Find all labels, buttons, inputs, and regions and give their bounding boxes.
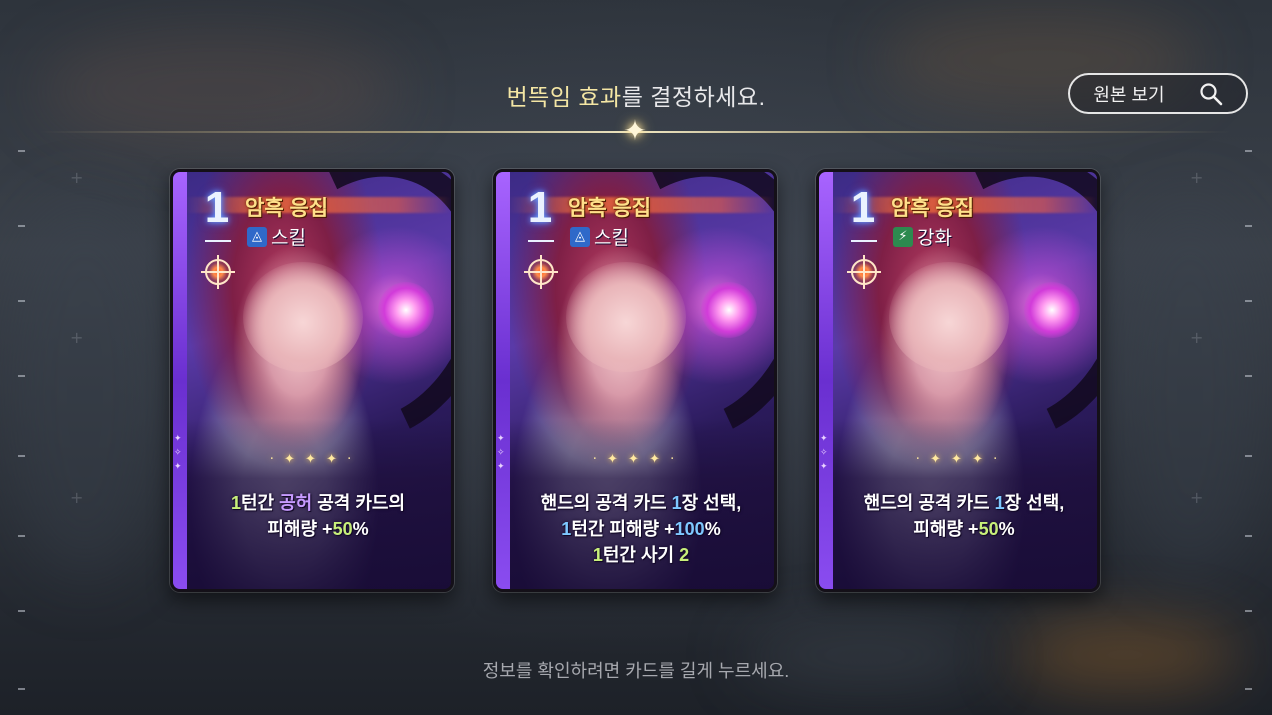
- grid-cross: +: [1190, 488, 1204, 507]
- skill-icon: ◬: [247, 226, 267, 247]
- sparkle-divider-icon: · ✦ ✦ ✦ ·: [915, 452, 1001, 467]
- card-cost-underline: [205, 240, 231, 242]
- edge-tick: [18, 150, 25, 152]
- title-rest: 를 결정하세요.: [621, 84, 766, 110]
- description-segment: %: [998, 519, 1015, 539]
- description-segment: 1: [994, 493, 1005, 513]
- card-cost-underline: [851, 240, 877, 242]
- card-name: 암흑 응집: [891, 197, 975, 220]
- card-type-label: 스킬: [271, 228, 306, 249]
- sparkle-divider-icon: · ✦ ✦ ✦ ·: [592, 452, 678, 467]
- sparkle-icon: ✦: [623, 114, 647, 147]
- description-segment: 2: [679, 545, 690, 565]
- card-name: 암흑 응집: [245, 197, 329, 220]
- description-segment: %: [352, 519, 369, 539]
- description-segment: 피해량 +: [913, 519, 979, 539]
- description-segment: 50: [332, 519, 353, 539]
- description-segment: 장 선택,: [1004, 493, 1065, 513]
- description-segment: 턴간 피해량 +: [571, 519, 675, 539]
- view-original-label: 원본 보기: [1093, 84, 1165, 105]
- description-segment: 피해량 +: [267, 519, 333, 539]
- card-spine: [819, 172, 833, 589]
- description-segment: 공격 카드의: [312, 493, 406, 513]
- description-segment: 50: [978, 519, 999, 539]
- edge-tick: [18, 225, 25, 227]
- description-segment: 턴간 사기: [602, 545, 680, 565]
- card-description: 핸드의 공격 카드 1장 선택, 피해량 +50%: [839, 490, 1089, 542]
- edge-tick: [1245, 688, 1252, 690]
- title-highlight: 번뜩임 효과: [506, 84, 622, 110]
- flash-effect-card[interactable]: 1 암흑 응집 ◬ 스킬 · ✦ ✦ ✦ · 1턴간 공허 공격 카드의피해량 …: [170, 169, 454, 592]
- description-line: 핸드의 공격 카드 1장 선택,: [516, 490, 766, 516]
- long-press-hint: 정보를 확인하려면 카드를 길게 누르세요.: [482, 661, 790, 681]
- description-line: 1턴간 공허 공격 카드의: [193, 490, 443, 516]
- description-line: 1턴간 사기 2: [516, 542, 766, 568]
- card-type-label: 스킬: [594, 228, 629, 249]
- card-cost: 1: [850, 183, 876, 232]
- description-line: 피해량 +50%: [839, 516, 1089, 542]
- card-cost: 1: [204, 183, 230, 232]
- grid-cross: +: [1190, 328, 1204, 347]
- description-segment: 턴간: [240, 493, 280, 513]
- description-segment: 100: [674, 519, 705, 539]
- description-segment: 공허: [279, 493, 313, 513]
- edge-tick: [1245, 150, 1252, 152]
- edge-tick: [18, 610, 25, 612]
- grid-cross: +: [70, 328, 84, 347]
- target-icon: [201, 255, 235, 289]
- grid-cross: +: [70, 488, 84, 507]
- view-original-button[interactable]: 원본 보기: [1068, 73, 1248, 114]
- description-segment: 핸드의 공격 카드: [863, 493, 995, 513]
- card-spine: [496, 172, 510, 589]
- card-spine: [173, 172, 187, 589]
- card-description: 핸드의 공격 카드 1장 선택, 1턴간 피해량 +100% 1턴간 사기 2: [516, 490, 766, 568]
- description-segment: 장 선택,: [681, 493, 742, 513]
- description-segment: 1: [230, 493, 241, 513]
- description-line: 핸드의 공격 카드 1장 선택,: [839, 490, 1089, 516]
- flash-effect-card[interactable]: 1 암흑 응집 ◬ 스킬 · ✦ ✦ ✦ · 핸드의 공격 카드 1장 선택,1…: [493, 169, 777, 592]
- target-icon: [847, 255, 881, 289]
- background-blur: [1110, 200, 1270, 580]
- edge-tick: [18, 375, 25, 377]
- edge-tick: [1245, 375, 1252, 377]
- description-segment: %: [704, 519, 721, 539]
- lightning-icon: ⚡: [893, 226, 913, 247]
- edge-tick: [1245, 610, 1252, 612]
- description-line: 1턴간 피해량 +100%: [516, 516, 766, 542]
- skill-icon: ◬: [570, 226, 590, 247]
- grid-cross: +: [1190, 168, 1204, 187]
- edge-tick: [1245, 455, 1252, 457]
- edge-tick: [18, 300, 25, 302]
- background-blur: [0, 200, 170, 580]
- edge-tick: [1245, 225, 1252, 227]
- edge-tick: [18, 455, 25, 457]
- card-type-label: 강화: [917, 228, 952, 249]
- grid-cross: +: [70, 168, 84, 187]
- search-icon: [1199, 82, 1223, 106]
- card-cost-underline: [528, 240, 554, 242]
- description-segment: 1: [561, 519, 572, 539]
- card-name: 암흑 응집: [568, 197, 652, 220]
- card-cost: 1: [527, 183, 553, 232]
- flash-effect-card[interactable]: 1 암흑 응집 ⚡ 강화 · ✦ ✦ ✦ · 핸드의 공격 카드 1장 선택,피…: [816, 169, 1100, 592]
- card-type: ◬ 스킬: [570, 223, 629, 250]
- edge-tick: [1245, 535, 1252, 537]
- card-description: 1턴간 공허 공격 카드의 피해량 +50%: [193, 490, 443, 542]
- description-segment: 1: [671, 493, 682, 513]
- description-line: 피해량 +50%: [193, 516, 443, 542]
- description-segment: 1: [592, 545, 603, 565]
- edge-tick: [18, 535, 25, 537]
- card-type: ◬ 스킬: [247, 223, 306, 250]
- card-type: ⚡ 강화: [893, 223, 952, 250]
- sparkle-divider-icon: · ✦ ✦ ✦ ·: [269, 452, 355, 467]
- edge-tick: [1245, 300, 1252, 302]
- description-segment: 핸드의 공격 카드: [540, 493, 672, 513]
- target-icon: [524, 255, 558, 289]
- edge-tick: [18, 688, 25, 690]
